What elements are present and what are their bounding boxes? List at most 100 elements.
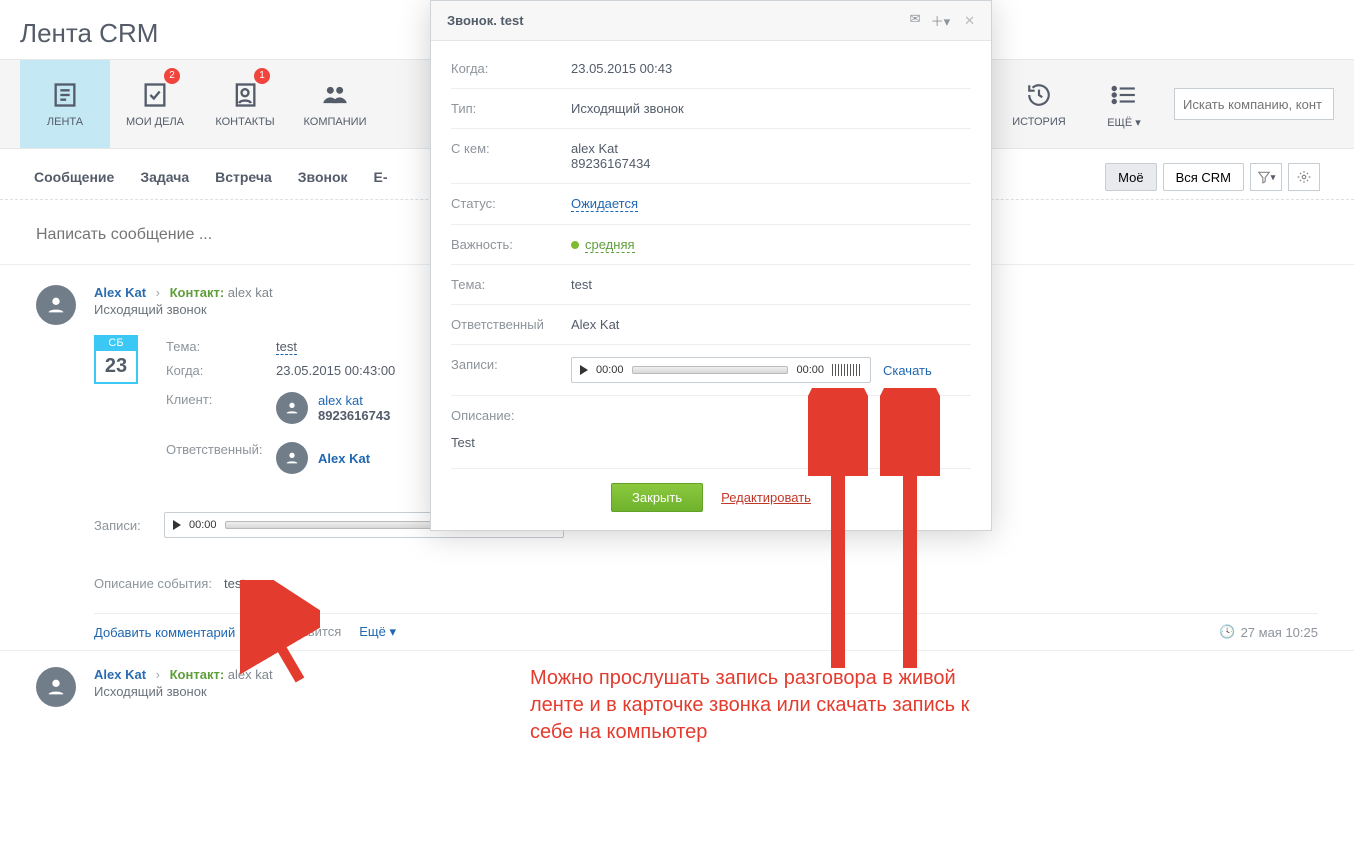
thumbs-up-icon: 👍 (253, 624, 269, 639)
modal-header: Звонок. test ✉ ＋▾ ✕ (431, 1, 991, 41)
day-of-month: 23 (94, 351, 138, 384)
list-icon (1109, 80, 1139, 110)
tasks-icon (140, 80, 170, 110)
value: 23.05.2015 00:43:00 (276, 363, 395, 378)
status-link[interactable]: Ожидается (571, 196, 638, 212)
relation-name[interactable]: alex kat (228, 667, 273, 682)
toolbar-label: КОМПАНИИ (303, 116, 366, 128)
avatar[interactable] (36, 285, 76, 325)
relation-label: Контакт: (170, 285, 225, 300)
priority-dot-icon (571, 241, 579, 249)
badge: 1 (254, 68, 270, 84)
value: test (571, 277, 971, 292)
toolbar-tasks[interactable]: 2 МОИ ДЕЛА (110, 60, 200, 148)
search-input[interactable] (1174, 88, 1334, 120)
add-comment-link[interactable]: Добавить комментарий (94, 625, 235, 640)
label: Описание: (451, 408, 571, 423)
play-icon[interactable] (580, 365, 588, 375)
companies-icon (320, 80, 350, 110)
avatar[interactable] (36, 667, 76, 707)
value: Alex Kat (571, 317, 971, 332)
tab-message[interactable]: Сообщение (34, 169, 114, 185)
time-current: 00:00 (189, 519, 217, 531)
time-total: 00:00 (796, 364, 824, 376)
value: test (224, 576, 245, 591)
audio-player[interactable]: 00:00 00:00 (571, 357, 871, 383)
author-link[interactable]: Alex Kat (94, 667, 146, 682)
relation-name[interactable]: alex kat (228, 285, 273, 300)
clock-icon: 🕓 (1219, 624, 1235, 640)
chevron-down-icon: ▾ (1135, 117, 1141, 129)
add-icon[interactable]: ＋▾ (931, 11, 951, 30)
responsible-link[interactable]: Alex Kat (318, 451, 370, 466)
volume-icon[interactable] (832, 364, 862, 376)
edit-link[interactable]: Редактировать (721, 490, 811, 505)
history-icon (1024, 80, 1054, 110)
value: Исходящий звонок (571, 101, 971, 116)
value: alex Kat89236167434 (571, 141, 971, 171)
value: Test (451, 431, 971, 450)
filter-funnel[interactable]: ▾ (1250, 163, 1282, 191)
call-modal: Звонок. test ✉ ＋▾ ✕ Когда:23.05.2015 00:… (430, 0, 992, 531)
day-of-week: СБ (94, 335, 138, 351)
play-icon[interactable] (173, 520, 181, 530)
toolbar-history[interactable]: ИСТОРИЯ (1004, 60, 1074, 148)
toolbar-label: ЛЕНТА (47, 116, 83, 128)
chevron-icon: › (150, 285, 166, 300)
toolbar-contacts[interactable]: 1 КОНТАКТЫ (200, 60, 290, 148)
label: Описание события: (94, 576, 224, 591)
label: Тема: (451, 277, 571, 292)
filter-mine[interactable]: Моё (1105, 163, 1156, 191)
toolbar-feed[interactable]: ЛЕНТА (20, 60, 110, 148)
contacts-icon (230, 80, 260, 110)
client-link[interactable]: alex kat (318, 393, 390, 408)
close-icon[interactable]: ✕ (964, 13, 975, 29)
label: С кем: (451, 141, 571, 171)
value: 23.05.2015 00:43 (571, 61, 971, 76)
modal-title: Звонок. test (447, 13, 524, 28)
tab-task[interactable]: Задача (140, 169, 189, 185)
label: Записи: (94, 518, 164, 533)
mail-icon[interactable]: ✉ (910, 11, 921, 30)
feed-footer: Добавить комментарий 👍 0 Нравится Ещё ▾ … (94, 613, 1318, 640)
time-current: 00:00 (596, 364, 624, 376)
toolbar-label: ИСТОРИЯ (1012, 116, 1065, 128)
label: Тип: (451, 101, 571, 116)
annotation-text: Можно прослушать запись разговора в живо… (530, 665, 970, 746)
priority[interactable]: средняя (571, 237, 971, 252)
download-link[interactable]: Скачать (883, 363, 932, 378)
like-block[interactable]: 👍 0 Нравится (253, 624, 341, 640)
feed-icon (50, 80, 80, 110)
author-link[interactable]: Alex Kat (94, 285, 146, 300)
client-phone: 8923616743 (318, 408, 390, 423)
seek-bar[interactable] (632, 366, 789, 374)
avatar[interactable] (276, 442, 308, 474)
toolbar-more[interactable]: ЕЩЁ ▾ (1094, 60, 1154, 148)
filter-all[interactable]: Вся CRM (1163, 163, 1244, 191)
theme-link[interactable]: test (276, 339, 297, 355)
filter-group: Моё Вся CRM ▾ (1105, 163, 1320, 191)
label: Когда: (451, 61, 571, 76)
more-link[interactable]: Ещё ▾ (359, 624, 396, 640)
label: Тема: (166, 339, 276, 354)
label: Ответственный (451, 317, 571, 332)
date-badge: СБ 23 (94, 335, 138, 478)
avatar[interactable] (276, 392, 308, 424)
chevron-icon: › (150, 667, 166, 682)
toolbar-label: КОНТАКТЫ (215, 116, 274, 128)
close-button[interactable]: Закрыть (611, 483, 703, 512)
label: Когда: (166, 363, 276, 378)
filter-settings[interactable] (1288, 163, 1320, 191)
tab-meeting[interactable]: Встреча (215, 169, 272, 185)
label: Клиент: (166, 392, 276, 407)
tab-call[interactable]: Звонок (298, 169, 348, 185)
tab-email[interactable]: E- (374, 169, 388, 185)
label: Важность: (451, 237, 571, 252)
toolbar-companies[interactable]: КОМПАНИИ (290, 60, 380, 148)
modal-footer: Закрыть Редактировать (451, 468, 971, 530)
toolbar-label: ЕЩЁ ▾ (1107, 116, 1141, 129)
timestamp: 🕓27 мая 10:25 (1219, 624, 1318, 640)
toolbar-label: МОИ ДЕЛА (126, 116, 184, 128)
label: Ответственный: (166, 442, 276, 457)
badge: 2 (164, 68, 180, 84)
